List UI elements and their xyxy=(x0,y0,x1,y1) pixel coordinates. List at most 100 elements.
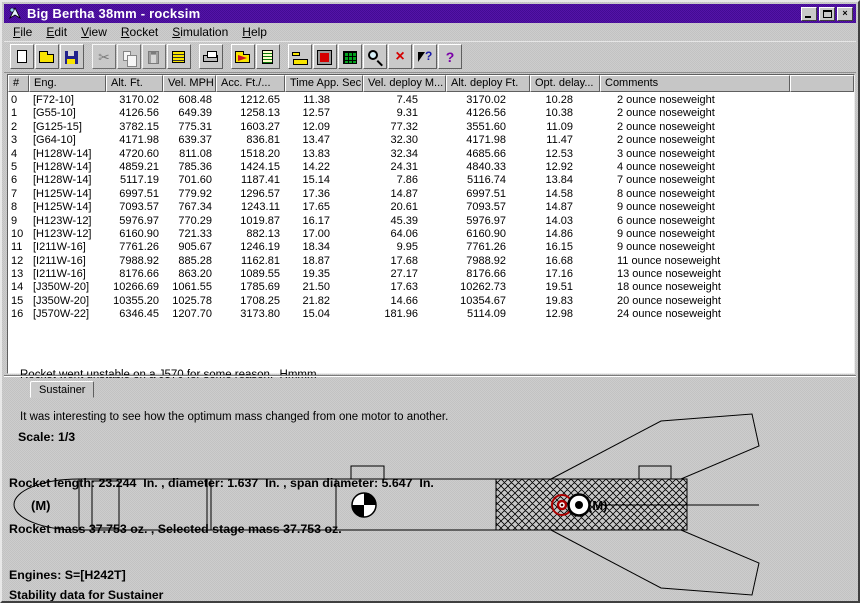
table-row[interactable]: 2[G125-15]3782.15775.311603.2712.0977.32… xyxy=(8,121,854,134)
save-button[interactable] xyxy=(60,44,84,69)
context-help-button[interactable]: ? xyxy=(413,44,437,69)
cell-comments: 18 ounce noseweight xyxy=(600,281,790,294)
menu-rocket[interactable]: Rocket xyxy=(114,23,165,41)
cell-adeploy: 10354.67 xyxy=(446,295,530,308)
cell-num: 2 xyxy=(8,121,29,134)
table-header: #Eng.Alt. Ft.Vel. MPHAcc. Ft./...Time Ap… xyxy=(8,75,854,92)
cell-alt: 6160.90 xyxy=(106,228,163,241)
cell-time: 16.17 xyxy=(285,215,363,228)
column-header-blank[interactable] xyxy=(790,75,854,92)
menu-file[interactable]: File xyxy=(6,23,39,41)
grid-button[interactable] xyxy=(338,44,362,69)
plot-button[interactable] xyxy=(288,44,312,69)
table-row[interactable]: 10[H123W-12]6160.90721.33882.1317.0064.0… xyxy=(8,228,854,241)
maximize-button[interactable] xyxy=(819,7,835,21)
cell-adeploy: 7093.57 xyxy=(446,201,530,214)
table-row[interactable]: 6[H128W-14]5117.19701.601187.4115.147.86… xyxy=(8,174,854,187)
table-row[interactable]: 11[I211W-16]7761.26905.671246.1918.349.9… xyxy=(8,241,854,254)
cell-alt: 10266.69 xyxy=(106,281,163,294)
column-header-comments[interactable]: Comments xyxy=(600,75,790,92)
cell-delay: 14.03 xyxy=(530,215,600,228)
cell-vdeploy: 32.30 xyxy=(363,134,446,147)
cell-comments: 20 ounce noseweight xyxy=(600,295,790,308)
column-header-vel-deploy-m[interactable]: Vel. deploy M... xyxy=(363,75,446,92)
cell-delay: 19.51 xyxy=(530,281,600,294)
cell-comments: 11 ounce noseweight xyxy=(600,255,790,268)
cell-num: 7 xyxy=(8,188,29,201)
cell-num: 15 xyxy=(8,295,29,308)
cell-alt: 6346.45 xyxy=(106,308,163,321)
table-row[interactable]: 3[G64-10]4171.98639.37836.8113.4732.3041… xyxy=(8,134,854,147)
flight-notes-icon xyxy=(259,49,277,66)
cut-button[interactable]: ✂ xyxy=(92,44,116,69)
about-button[interactable]: ? xyxy=(438,44,462,69)
menu-help[interactable]: Help xyxy=(235,23,274,41)
menu-edit[interactable]: Edit xyxy=(39,23,74,41)
cell-eng: [H123W-12] xyxy=(29,215,106,228)
cell-time: 15.14 xyxy=(285,174,363,187)
cell-time: 17.00 xyxy=(285,228,363,241)
column-header-vel-mph[interactable]: Vel. MPH xyxy=(163,75,216,92)
column-header-acc-ft[interactable]: Acc. Ft./... xyxy=(216,75,285,92)
paste-icon xyxy=(145,49,163,66)
cell-alt: 4171.98 xyxy=(106,134,163,147)
cell-filler xyxy=(790,215,854,228)
details-button[interactable] xyxy=(167,44,191,69)
tab-sustainer[interactable]: Sustainer xyxy=(30,381,94,398)
table-row[interactable]: 4[H128W-14]4720.60811.081518.2013.8332.3… xyxy=(8,148,854,161)
cell-num: 10 xyxy=(8,228,29,241)
cp-mass-label: (M) xyxy=(588,498,608,513)
flight-notes-button[interactable] xyxy=(256,44,280,69)
launch-lug-1 xyxy=(351,466,384,479)
paste-button[interactable] xyxy=(142,44,166,69)
rocket-design-button[interactable] xyxy=(231,44,255,69)
table-row[interactable]: 12[I211W-16]7988.92885.281162.8118.8717.… xyxy=(8,255,854,268)
toolbar-separator xyxy=(224,44,231,69)
cell-adeploy: 4840.33 xyxy=(446,161,530,174)
cell-vdeploy: 9.31 xyxy=(363,107,446,120)
column-header-alt-deploy-ft[interactable]: Alt. deploy Ft. xyxy=(446,75,530,92)
cell-acc: 1296.57 xyxy=(216,188,285,201)
table-row[interactable]: 16[J570W-22]6346.451207.703173.8015.0418… xyxy=(8,308,854,321)
design-pane: Sustainer Scale: 1/3 Rocket length: 23.2… xyxy=(4,375,856,599)
column-header-eng[interactable]: Eng. xyxy=(29,75,106,92)
minimize-button[interactable] xyxy=(801,7,817,21)
copy-button[interactable] xyxy=(117,44,141,69)
table-row[interactable]: 13[I211W-16]8176.66863.201089.5519.3527.… xyxy=(8,268,854,281)
column-header-time-app-sec[interactable]: Time App. Sec. xyxy=(285,75,363,92)
print-button[interactable] xyxy=(199,44,223,69)
grid-icon xyxy=(341,49,359,66)
cell-num: 4 xyxy=(8,148,29,161)
copy-icon xyxy=(120,49,138,66)
menu-simulation[interactable]: Simulation xyxy=(165,23,235,41)
menu-view[interactable]: View xyxy=(74,23,114,41)
column-header-[interactable]: # xyxy=(8,75,29,92)
cell-comments: 2 ounce noseweight xyxy=(600,107,790,120)
table-row[interactable]: 9[H123W-12]5976.97770.291019.8716.1745.3… xyxy=(8,215,854,228)
open-button[interactable] xyxy=(35,44,59,69)
close-button[interactable]: × xyxy=(837,7,853,21)
launch-button-button[interactable] xyxy=(313,44,337,69)
table-row[interactable]: 7[H125W-14]6997.51779.921296.5717.3614.8… xyxy=(8,188,854,201)
stability-data: Stability data for Sustainer Barrowman: … xyxy=(9,555,591,603)
column-header-alt-ft[interactable]: Alt. Ft. xyxy=(106,75,163,92)
table-row[interactable]: 8[H125W-14]7093.57767.341243.1117.6520.6… xyxy=(8,201,854,214)
delete-button[interactable]: × xyxy=(388,44,412,69)
table-row[interactable]: 1[G55-10]4126.56649.391258.1312.579.3141… xyxy=(8,107,854,120)
cell-vel: 1061.55 xyxy=(163,281,216,294)
cell-alt: 5117.19 xyxy=(106,174,163,187)
cell-comments: 9 ounce noseweight xyxy=(600,201,790,214)
new-button[interactable] xyxy=(10,44,34,69)
table-row[interactable]: 15[J350W-20]10355.201025.781708.2521.821… xyxy=(8,295,854,308)
table-row[interactable]: 0[F72-10]3170.02608.481212.6511.387.4531… xyxy=(8,94,854,107)
cell-alt: 6997.51 xyxy=(106,188,163,201)
cell-vel: 770.29 xyxy=(163,215,216,228)
table-row[interactable]: 5[H128W-14]4859.21785.361424.1514.2224.3… xyxy=(8,161,854,174)
cell-time: 14.22 xyxy=(285,161,363,174)
cell-vel: 721.33 xyxy=(163,228,216,241)
cell-vel: 779.92 xyxy=(163,188,216,201)
table-row[interactable]: 14[J350W-20]10266.691061.551785.6921.501… xyxy=(8,281,854,294)
zoom-button[interactable] xyxy=(363,44,387,69)
cell-comments: 7 ounce noseweight xyxy=(600,174,790,187)
column-header-opt-delay[interactable]: Opt. delay... xyxy=(530,75,600,92)
